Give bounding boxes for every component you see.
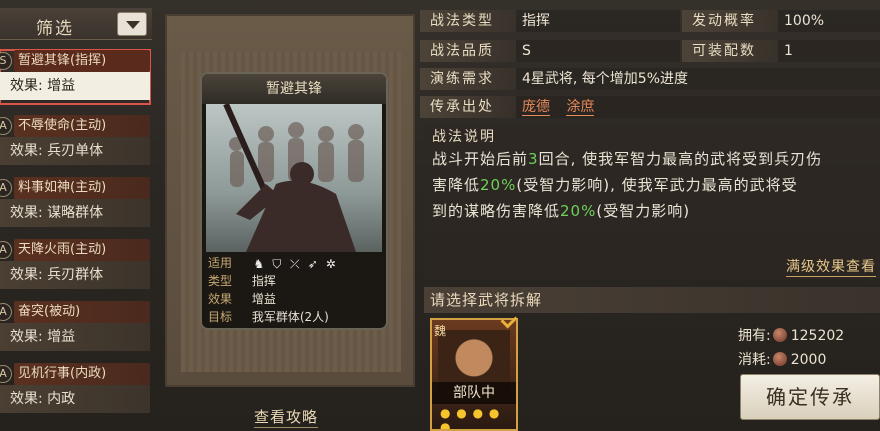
siege-icon: ✲ bbox=[325, 256, 336, 271]
cost-value: 2000 bbox=[790, 352, 827, 368]
card-effect-row: 效果 增益 bbox=[208, 290, 276, 308]
tactic-item-4[interactable]: 奋突(被动) 效果: 增益 A bbox=[0, 301, 150, 355]
tactic-name: 暂避其锋(指挥) bbox=[14, 50, 150, 72]
coin-icon bbox=[772, 328, 787, 342]
inherit-sources: 庞德 涂庶 bbox=[516, 96, 880, 118]
cost-label: 消耗: bbox=[738, 352, 771, 368]
inherit-source-link[interactable]: 庞德 bbox=[522, 99, 550, 116]
effect-value: 增益 bbox=[251, 292, 276, 306]
filter-dropdown-icon[interactable] bbox=[117, 12, 147, 36]
detail-row-training: 演练需求 4星武将, 每个增加5%进度 bbox=[420, 68, 880, 90]
equip-count-label: 可装配数 bbox=[682, 40, 778, 62]
quality-label: 战法品质 bbox=[420, 40, 516, 62]
tactic-item-2[interactable]: 料事如神(主动) 效果: 谋略群体 A bbox=[0, 177, 150, 231]
spear-icon: ➶ bbox=[307, 256, 318, 271]
training-label: 演练需求 bbox=[420, 68, 516, 90]
shield-icon: ⛉ bbox=[272, 256, 282, 271]
cavalry-icon: ♞ bbox=[253, 256, 265, 271]
faction-badge: 魏 bbox=[434, 324, 447, 338]
star-rating-icon: ● ● ● ● ● bbox=[440, 406, 501, 431]
inherit-source-link[interactable]: 涂庶 bbox=[566, 99, 595, 116]
training-value: 4星武将, 每个增加5%进度 bbox=[516, 68, 880, 90]
tactic-effect: 效果: 增益 bbox=[0, 323, 150, 351]
tactic-effect: 效果: 谋略群体 bbox=[0, 199, 150, 227]
tactic-card: 暂避其锋 适用 ♞ ⛉ ⤫ ➶ ✲ 类型 指挥 效果 增益 目标 我军群体(2人… bbox=[200, 72, 388, 330]
card-info-panel: 适用 ♞ ⛉ ⤫ ➶ ✲ 类型 指挥 效果 增益 目标 我军群体(2人) bbox=[206, 252, 382, 326]
cost-resource: 消耗: 2000 bbox=[738, 350, 826, 370]
detail-row-inherit: 传承出处 庞德 涂庶 bbox=[420, 96, 880, 118]
type-value: 指挥 bbox=[251, 274, 276, 288]
owned-label: 拥有: bbox=[738, 328, 771, 344]
coin-icon bbox=[772, 352, 787, 366]
choose-general-header: 请选择武将拆解 bbox=[424, 287, 880, 313]
detail-row-quality: 战法品质 S 可装配数 1 bbox=[420, 40, 880, 62]
tactic-grade-badge: A bbox=[0, 117, 12, 135]
card-artwork bbox=[206, 104, 382, 252]
trigger-rate-value: 100% bbox=[778, 10, 880, 32]
equip-count-value: 1 bbox=[778, 40, 880, 62]
tactic-effect: 效果: 兵刃单体 bbox=[0, 137, 150, 165]
trigger-rate-label: 发动概率 bbox=[682, 10, 778, 32]
type-key: 类型 bbox=[208, 274, 233, 288]
tactic-name: 不辱使命(主动) bbox=[14, 115, 150, 137]
tactic-grade-badge: A bbox=[0, 241, 12, 259]
card-title: 暂避其锋 bbox=[202, 74, 386, 104]
description-panel: 战法说明 战斗开始后前3回合, 使我军智力最高的武将受到兵刃伤 害降低20%(受… bbox=[424, 124, 880, 280]
description-title: 战法说明 bbox=[432, 129, 496, 145]
tactic-grade-badge: A bbox=[0, 303, 12, 321]
filter-label: 筛选 bbox=[36, 19, 74, 39]
target-key: 目标 bbox=[208, 310, 233, 324]
tactic-item-3[interactable]: 天降火雨(主动) 效果: 兵刃群体 A bbox=[0, 239, 150, 293]
inherit-label: 传承出处 bbox=[420, 96, 516, 118]
warrior-silhouette-icon bbox=[223, 104, 364, 252]
tactic-list-sidebar: 筛选 暂避其锋(指挥) 效果: 增益 S 不辱使命(主动) 效果: 兵刃单体 A… bbox=[0, 0, 158, 431]
tactic-effect: 效果: 兵刃群体 bbox=[0, 261, 150, 289]
tactic-item-0[interactable]: 暂避其锋(指挥) 效果: 增益 S bbox=[0, 49, 151, 105]
tactic-name: 奋突(被动) bbox=[14, 301, 150, 323]
tactic-item-1[interactable]: 不辱使命(主动) 效果: 兵刃单体 A bbox=[0, 115, 150, 169]
tactic-item-5[interactable]: 见机行事(内政) 效果: 内政 A bbox=[0, 363, 150, 417]
max-level-effect-link[interactable]: 满级效果查看 bbox=[786, 256, 876, 277]
card-applicable-row: 适用 ♞ ⛉ ⤫ ➶ ✲ bbox=[208, 254, 338, 272]
tactic-grade-badge: A bbox=[0, 179, 12, 197]
effect-key: 效果 bbox=[208, 292, 233, 306]
troop-status: 部队中 bbox=[432, 382, 516, 404]
tactic-type-label: 战法类型 bbox=[420, 10, 516, 32]
filter-bar[interactable]: 筛选 bbox=[0, 8, 152, 40]
detail-row-type: 战法类型 指挥 发动概率 100% bbox=[420, 10, 880, 32]
card-target-row: 目标 我军群体(2人) bbox=[208, 308, 329, 326]
target-value: 我军群体(2人) bbox=[251, 310, 329, 324]
tactic-grade-badge: S bbox=[0, 52, 12, 70]
tactic-effect: 效果: 内政 bbox=[0, 385, 150, 413]
bow-icon: ⤫ bbox=[290, 256, 300, 271]
tactic-inherit-screen: 筛选 暂避其锋(指挥) 效果: 增益 S 不辱使命(主动) 效果: 兵刃单体 A… bbox=[0, 0, 880, 431]
general-card[interactable]: 魏 部队中 ● ● ● ● ● bbox=[430, 318, 518, 431]
card-type-row: 类型 指挥 bbox=[208, 272, 276, 290]
tactic-name: 天降火雨(主动) bbox=[14, 239, 150, 261]
tactic-name: 料事如神(主动) bbox=[14, 177, 150, 199]
applicable-key: 适用 bbox=[208, 256, 233, 270]
owned-resource: 拥有: 125202 bbox=[738, 326, 844, 346]
tactic-effect: 效果: 增益 bbox=[0, 72, 150, 100]
quality-value: S bbox=[516, 40, 680, 62]
tactic-name: 见机行事(内政) bbox=[14, 363, 150, 385]
owned-value: 125202 bbox=[790, 328, 845, 344]
description-text: 战斗开始后前3回合, 使我军智力最高的武将受到兵刃伤 害降低20%(受智力影响)… bbox=[432, 150, 823, 220]
tactic-type-value: 指挥 bbox=[516, 10, 680, 32]
view-guide-link[interactable]: 查看攻略 bbox=[254, 406, 319, 428]
confirm-inherit-button[interactable]: 确定传承 bbox=[740, 374, 880, 420]
tactic-grade-badge: A bbox=[0, 365, 12, 383]
